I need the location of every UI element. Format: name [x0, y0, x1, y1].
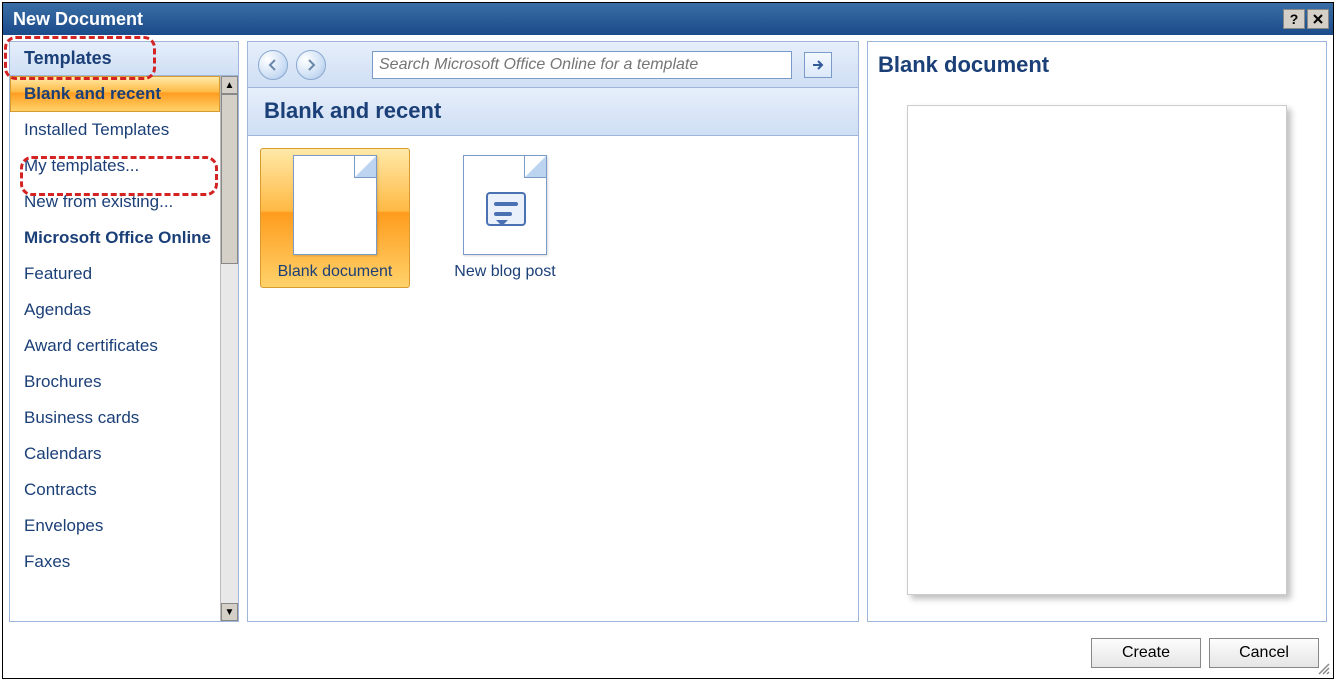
sidebar-item-business-cards[interactable]: Business cards — [10, 400, 220, 436]
cancel-button[interactable]: Cancel — [1209, 638, 1319, 668]
nav-back-button[interactable] — [258, 50, 288, 80]
template-label: New blog post — [437, 263, 573, 281]
search-go-button[interactable] — [804, 52, 832, 78]
nav-forward-button[interactable] — [296, 50, 326, 80]
sidebar-item-label: Brochures — [24, 372, 101, 391]
sidebar-item-label: Envelopes — [24, 516, 103, 535]
sidebar-item-my-templates[interactable]: My templates... — [10, 148, 220, 184]
sidebar-item-label: Business cards — [24, 408, 139, 427]
sidebar-scrollbar[interactable]: ▲ ▼ — [220, 76, 238, 621]
sidebar-item-label: Microsoft Office Online — [24, 228, 211, 247]
sidebar-item-faxes[interactable]: Faxes — [10, 544, 220, 580]
sidebar-item-agendas[interactable]: Agendas — [10, 292, 220, 328]
sidebar-item-label: Agendas — [24, 300, 91, 319]
create-button[interactable]: Create — [1091, 638, 1201, 668]
preview-panel: Blank document — [867, 41, 1327, 622]
titlebar: New Document ? — [3, 3, 1333, 35]
dialog-footer: Create Cancel — [3, 628, 1333, 678]
sidebar-item-brochures[interactable]: Brochures — [10, 364, 220, 400]
sidebar-item-label: New from existing... — [24, 192, 173, 211]
toolbar — [248, 42, 858, 88]
sidebar-item-blank-and-recent[interactable]: Blank and recent — [10, 76, 220, 112]
sidebar-item-label: Calendars — [24, 444, 102, 463]
sidebar-item-installed-templates[interactable]: Installed Templates — [10, 112, 220, 148]
window-controls: ? — [1283, 9, 1329, 29]
search-box — [372, 51, 792, 79]
blog-post-icon — [463, 155, 547, 255]
button-label: Create — [1122, 644, 1170, 662]
sidebar-item-calendars[interactable]: Calendars — [10, 436, 220, 472]
scroll-down-button[interactable]: ▼ — [221, 603, 238, 621]
search-input[interactable] — [373, 52, 791, 78]
sidebar-item-label: Installed Templates — [24, 120, 169, 139]
sidebar: Templates Blank and recent Installed Tem… — [9, 41, 239, 622]
template-item-blank-document[interactable]: Blank document — [260, 148, 410, 288]
preview-title: Blank document — [878, 52, 1316, 88]
sidebar-list: Blank and recent Installed Templates My … — [10, 76, 220, 621]
new-document-dialog: New Document ? Templates Blank and recen… — [2, 2, 1334, 679]
sidebar-item-award-certificates[interactable]: Award certificates — [10, 328, 220, 364]
sidebar-item-featured[interactable]: Featured — [10, 256, 220, 292]
sidebar-item-label: Faxes — [24, 552, 70, 571]
sidebar-item-label: Blank and recent — [24, 84, 161, 103]
sidebar-item-contracts[interactable]: Contracts — [10, 472, 220, 508]
sidebar-item-label: My templates... — [24, 156, 139, 175]
sidebar-item-label: Contracts — [24, 480, 97, 499]
preview-page — [907, 105, 1287, 595]
button-label: Cancel — [1239, 644, 1289, 662]
section-title: Blank and recent — [248, 88, 858, 136]
help-button[interactable]: ? — [1283, 9, 1305, 29]
window-title: New Document — [13, 9, 143, 30]
arrow-left-icon — [266, 58, 280, 72]
template-label: Blank document — [267, 263, 403, 281]
sidebar-section-office-online: Microsoft Office Online — [10, 220, 220, 256]
sidebar-header: Templates — [10, 42, 238, 76]
arrow-right-icon — [810, 57, 826, 73]
template-items: Blank document New blog post — [248, 136, 858, 621]
sidebar-item-new-from-existing[interactable]: New from existing... — [10, 184, 220, 220]
arrow-right-icon — [304, 58, 318, 72]
close-icon — [1313, 14, 1323, 24]
scroll-thumb[interactable] — [221, 94, 238, 264]
sidebar-item-label: Award certificates — [24, 336, 158, 355]
resize-grip-icon[interactable] — [1315, 660, 1331, 676]
center-panel: Blank and recent Blank document — [247, 41, 859, 622]
sidebar-item-envelopes[interactable]: Envelopes — [10, 508, 220, 544]
template-item-new-blog-post[interactable]: New blog post — [430, 148, 580, 288]
close-button[interactable] — [1307, 9, 1329, 29]
scroll-up-button[interactable]: ▲ — [221, 76, 238, 94]
sidebar-item-label: Featured — [24, 264, 92, 283]
document-icon — [293, 155, 377, 255]
